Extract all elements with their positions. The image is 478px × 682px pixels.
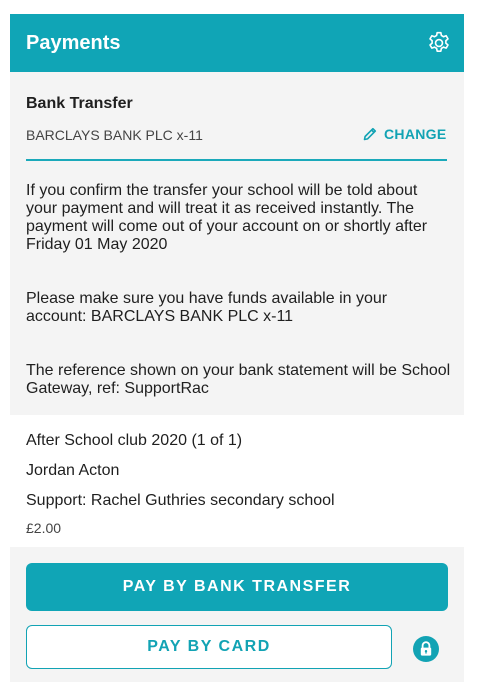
pay-by-bank-transfer-button[interactable]: PAY BY BANK TRANSFER <box>26 563 448 611</box>
student-name: Jordan Acton <box>26 462 120 479</box>
lock-icon <box>413 636 439 662</box>
bank-account: BARCLAYS BANK PLC x-11 <box>26 127 203 143</box>
bank-transfer-panel: Bank Transfer BARCLAYS BANK PLC x-11 CHA… <box>10 72 464 415</box>
gear-icon[interactable] <box>426 30 452 56</box>
section-title: Bank Transfer <box>26 95 133 112</box>
order-item: After School club 2020 (1 of 1) <box>26 432 243 449</box>
school-name: Support: Rachel Guthries secondary schoo… <box>26 492 335 509</box>
pencil-icon <box>363 127 377 141</box>
order-price: £2.00 <box>26 520 62 536</box>
app-header: Payments <box>10 14 464 72</box>
change-label: CHANGE <box>384 126 447 142</box>
reference-notice-text: The reference shown on your bank stateme… <box>26 362 451 397</box>
payments-screen: Payments Bank Transfer BARCLAYS BANK PLC… <box>10 14 464 682</box>
funds-notice-text: Please make sure you have funds availabl… <box>26 290 388 325</box>
divider <box>26 159 447 161</box>
pay-by-card-button[interactable]: PAY BY CARD <box>26 625 392 669</box>
transfer-info-text: If you confirm the transfer your school … <box>26 182 428 253</box>
order-summary: After School club 2020 (1 of 1) Jordan A… <box>10 415 464 547</box>
page-title: Payments <box>26 32 121 54</box>
change-account-button[interactable]: CHANGE <box>362 122 446 146</box>
